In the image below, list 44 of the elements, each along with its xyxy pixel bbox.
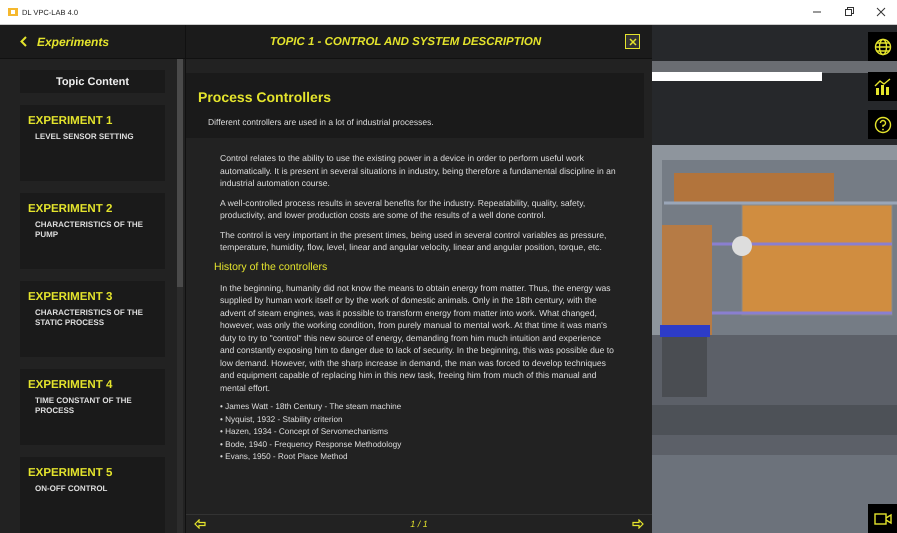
- experiment-title: EXPERIMENT 3: [28, 291, 112, 303]
- experiment-title: EXPERIMENT 1: [28, 115, 112, 127]
- experiment-subtitle: TIME CONSTANT OF THE PROCESS: [35, 396, 133, 416]
- experiment-title: EXPERIMENT 2: [28, 203, 112, 215]
- chevron-left-icon: [20, 36, 27, 47]
- body-paragraph: A well-controlled process results in several benefits for the industry. Repeatability, quality, safety, productivity, and lower production costs are some of the results of a well done control.: [220, 196, 586, 222]
- milestone-item: • Evans, 1950 - Root Place Method: [220, 451, 349, 463]
- milestone-item: • James Watt - 18th Century - The steam machine: [220, 401, 402, 413]
- subsection-heading: History of the controllers: [214, 260, 328, 272]
- body-paragraph: Control relates to the ability to use the existing power in a device in order to perform useful work automatically. It is present in several situations in industry, being therefore a fundamental discipline in an industrial automation course.: [220, 152, 616, 190]
- section-subtitle: Different controllers are used in a lot of industrial processes.: [208, 117, 435, 127]
- body-paragraph: In the beginning, humanity did not know the means to obtain energy from matter. Thus, the energy was supplied by human work itself or by the work of domestic animals. Only in the 18th century, with the advent of steam engines, was it possible to transform energy from matter into work. What changed, however, was only the working condition, from purely manual to mental work. At that time it was man's duty to try to "control" this new source of energy, demanding from him much intuition and experience and constantly exposing him to danger due to lack of security. In the beginning, this was possible due to low demand. However, with the sharp increase in demand, the man was forced to develop techniques and equipment capable of replacing him in this new task, freeing him from much of this manual and mental effort.: [220, 282, 615, 394]
- close-icon[interactable]: [625, 34, 640, 49]
- back-button[interactable]: Experiments: [20, 34, 110, 48]
- camera-icon[interactable]: [868, 504, 897, 533]
- chart-icon[interactable]: [868, 72, 897, 101]
- milestone-item: • Bode, 1940 - Frequency Response Methodology: [220, 438, 402, 451]
- experiment-card[interactable]: EXPERIMENT 5 ON-OFF CONTROL: [20, 457, 165, 533]
- experiment-card[interactable]: EXPERIMENT 4 TIME CONSTANT OF THE PROCESS: [20, 369, 165, 445]
- close-icon: [876, 7, 886, 17]
- next-arrow-icon[interactable]: [632, 519, 644, 529]
- milestone-item: • Nyquist, 1932 - Stability criterion: [220, 414, 344, 426]
- previous-arrow-icon[interactable]: [194, 519, 206, 529]
- experiment-card[interactable]: EXPERIMENT 2 CHARACTERISTICS OF THE PUMP: [20, 193, 165, 269]
- experiment-card[interactable]: EXPERIMENT 3 CHARACTERISTICS OF THE STATIC PROCESS: [20, 281, 165, 357]
- help-icon[interactable]: [868, 110, 897, 139]
- globe-icon[interactable]: [868, 32, 897, 61]
- experiment-subtitle: CHARACTERISTICS OF THE PUMP: [35, 220, 144, 240]
- body-paragraph: The control is very important in the present times, being used in several control variables as pressure, temperature, humidity, flow, level, linear and angular velocity, linear and angular position, torque, etc.: [220, 228, 608, 254]
- experiment-card[interactable]: EXPERIMENT 1 LEVEL SENSOR SETTING: [20, 105, 165, 181]
- page-indicator: 1 / 1: [410, 519, 428, 529]
- scrollbar-thumb[interactable]: [177, 59, 183, 287]
- topic-content-button[interactable]: Topic Content: [20, 70, 165, 93]
- scrollbar[interactable]: [177, 59, 183, 533]
- experiment-title: EXPERIMENT 4: [28, 379, 112, 391]
- milestone-item: • Hazen, 1934 - Concept of Servomechanisms: [220, 426, 390, 438]
- app-logo-icon: [8, 7, 18, 17]
- experiment-subtitle: CHARACTERISTICS OF THE STATIC PROCESS: [35, 308, 144, 328]
- experiment-subtitle: LEVEL SENSOR SETTING: [35, 132, 134, 142]
- section-heading: Process Controllers: [198, 89, 332, 105]
- restore-icon: [844, 7, 854, 17]
- experiment-title: EXPERIMENT 5: [28, 467, 112, 479]
- experiment-subtitle: ON-OFF CONTROL: [35, 484, 108, 494]
- topic-title: TOPIC 1 - CONTROL AND SYSTEM DESCRIPTION: [268, 36, 542, 48]
